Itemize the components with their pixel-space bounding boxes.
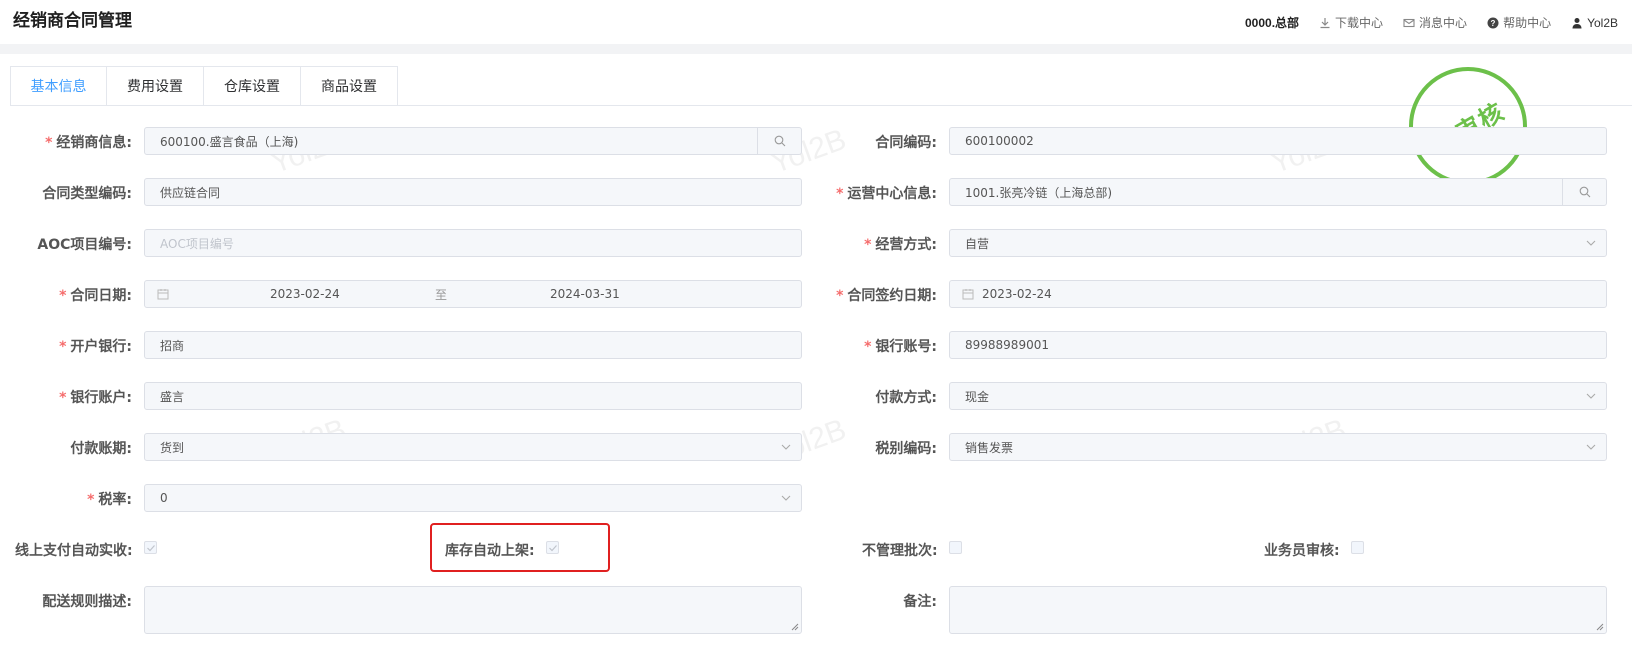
salesman-audit-checkbox[interactable] [1351,541,1364,554]
payment-method-label: 付款方式: [875,390,937,406]
check-icon [147,545,155,552]
tab-fee-settings[interactable]: 费用设置 [107,66,204,106]
date-range-separator: 至 [435,287,448,302]
top-header: 经销商合同管理 0000.总部 下载中心 消息中心 ? 帮助中心 Yol2B [0,0,1632,44]
help-center-label: 帮助中心 [1503,16,1552,30]
tab-bar: 基本信息 费用设置 仓库设置 商品设置 [10,66,398,106]
no-batch-mgmt-checkbox[interactable] [949,541,962,554]
contract-date-start[interactable]: 2023-02-24 [270,287,340,301]
bank-account-name-value: 盛言 [160,389,185,404]
search-icon [774,135,785,147]
tax-rate-value: 0 [160,491,168,505]
ops-center-label: * 运营中心信息: [836,186,937,202]
header-divider [0,44,1632,54]
sign-date-picker[interactable]: 2023-02-24 [949,280,1607,308]
check-icon [549,545,557,552]
user-icon [1572,17,1582,28]
payment-term-select[interactable]: 货到 [144,433,802,461]
tab-warehouse-settings[interactable]: 仓库设置 [204,66,301,106]
download-center-link[interactable]: 下载中心 [1319,14,1383,31]
bank-label: * 开户银行: [59,339,132,355]
payment-method-value: 现金 [965,389,990,404]
delivery-rules-textarea[interactable] [144,586,802,634]
tax-rate-select[interactable]: 0 [144,484,802,512]
payment-term-label: 付款账期: [70,441,132,457]
dealer-info-label: * 经销商信息: [45,135,132,151]
tax-code-label: 税别编码: [875,441,937,457]
bank-input[interactable]: 招商 [144,331,802,359]
contract-type-code-value: 供应链合同 [160,185,221,200]
chevron-down-icon [781,495,791,501]
delivery-rules-label: 配送规则描述: [42,594,132,610]
sign-date-value: 2023-02-24 [982,287,1052,301]
search-icon [1579,186,1590,198]
contract-code-value: 600100002 [965,134,1034,148]
payment-method-select[interactable]: 现金 [949,382,1607,410]
bank-value: 招商 [160,338,185,353]
tax-code-value: 销售发票 [965,440,1014,455]
ops-center-value: 1001.张亮冷链（上海总部) [965,185,1113,200]
bank-account-no-value: 89988989001 [965,338,1049,352]
tab-basic-info[interactable]: 基本信息 [10,66,107,106]
contract-type-code-field[interactable]: 供应链合同 [144,178,802,206]
bank-account-name-label: * 银行账户: [59,390,132,406]
contract-code-label: 合同编码: [875,135,937,151]
stock-auto-shelf-checkbox[interactable] [546,541,559,554]
chevron-down-icon [1586,240,1596,246]
aoc-code-label: AOC项目编号: [37,237,132,253]
calendar-icon [157,289,169,300]
message-center-label: 消息中心 [1419,16,1468,30]
chevron-down-icon [1586,393,1596,399]
contract-type-code-label: 合同类型编码: [42,186,132,202]
sign-date-label: * 合同签约日期: [836,288,937,304]
online-pay-auto-label: 线上支付自动实收: [15,543,133,559]
download-icon [1320,17,1330,28]
aoc-code-input[interactable]: AOC项目编号 [144,229,802,257]
bank-account-no-input[interactable]: 89988989001 [949,331,1607,359]
salesman-audit-label: 业务员审核: [1264,543,1340,559]
tax-code-select[interactable]: 销售发票 [949,433,1607,461]
download-center-label: 下载中心 [1335,16,1384,30]
org-name: 0000.总部 [1245,16,1300,30]
approved-stamp: 已审核 [1409,67,1527,185]
tax-rate-label: * 税率: [87,492,132,508]
resize-handle-icon[interactable] [789,621,799,631]
ops-center-search-button[interactable] [1562,179,1606,205]
help-center-link[interactable]: ? 帮助中心 [1487,14,1551,31]
resize-handle-icon[interactable] [1594,621,1604,631]
contract-date-range[interactable]: 2023-02-24 至 2024-03-31 [144,280,802,308]
chevron-down-icon [1586,444,1596,450]
page-title: 经销商合同管理 [13,11,132,31]
header-actions: 0000.总部 下载中心 消息中心 ? 帮助中心 Yol2B [1245,14,1618,31]
chevron-down-icon [781,444,791,450]
online-pay-auto-checkbox[interactable] [144,541,157,554]
calendar-icon [962,289,974,300]
tabs-divider [10,105,1632,106]
remarks-label: 备注: [903,594,937,610]
contract-date-label: * 合同日期: [59,288,132,304]
contract-date-end[interactable]: 2024-03-31 [550,287,620,301]
svg-text:?: ? [1491,19,1496,28]
mail-icon [1403,18,1415,27]
user-name: Yol2B [1587,15,1618,30]
remarks-textarea[interactable] [949,586,1607,634]
dealer-info-field[interactable]: 600100.盛言食品（上海) [144,127,802,155]
help-icon: ? [1487,17,1499,28]
user-menu[interactable]: Yol2B [1571,16,1618,30]
no-batch-mgmt-label: 不管理批次: [862,543,938,559]
dealer-info-value: 600100.盛言食品（上海) [160,134,299,149]
ops-center-field[interactable]: 1001.张亮冷链（上海总部) [949,178,1607,206]
biz-mode-select[interactable]: 自营 [949,229,1607,257]
message-center-link[interactable]: 消息中心 [1403,14,1467,31]
contract-code-field[interactable]: 600100002 [949,127,1607,155]
dealer-search-button[interactable] [757,128,801,154]
bank-account-name-input[interactable]: 盛言 [144,382,802,410]
biz-mode-label: * 经营方式: [864,237,937,253]
tab-product-settings[interactable]: 商品设置 [301,66,398,106]
biz-mode-value: 自营 [965,236,990,251]
payment-term-value: 货到 [160,440,185,455]
stock-auto-shelf-label: 库存自动上架: [445,543,535,559]
aoc-code-placeholder: AOC项目编号 [160,236,234,251]
bank-account-no-label: * 银行账号: [864,339,937,355]
